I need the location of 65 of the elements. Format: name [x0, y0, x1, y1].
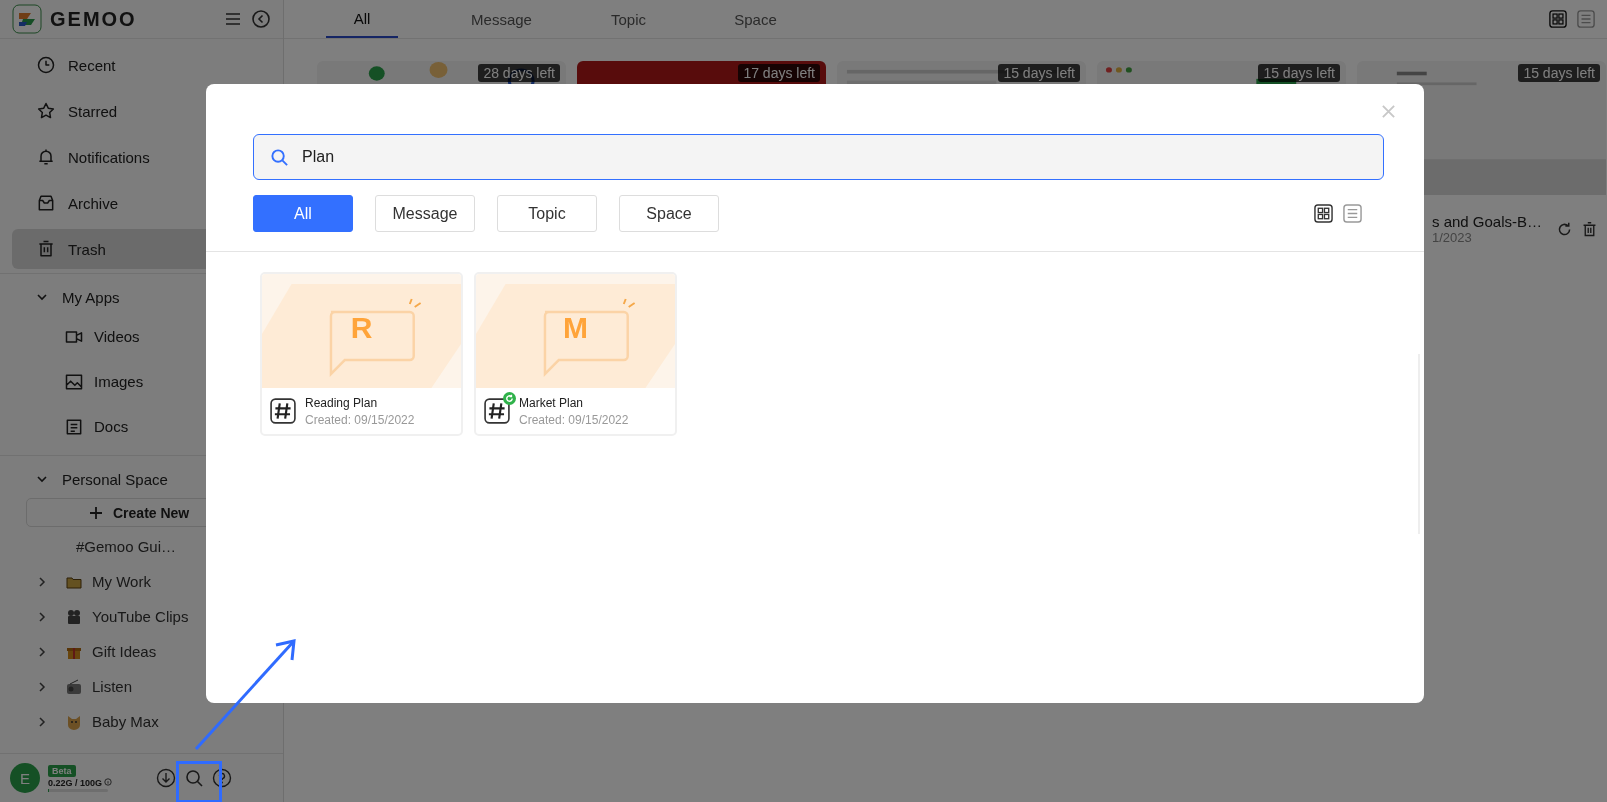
- archive-icon: [36, 193, 56, 213]
- search-field[interactable]: Plan: [253, 134, 1384, 180]
- help-icon[interactable]: [212, 768, 232, 788]
- search-icon: [270, 148, 289, 167]
- download-icon[interactable]: [156, 768, 176, 788]
- storage-usage: 0.22G / 100G: [48, 777, 103, 788]
- days-left-label: 15 days left: [1258, 64, 1340, 82]
- trash-icon[interactable]: [1581, 220, 1598, 238]
- restore-icon[interactable]: [1556, 220, 1573, 238]
- result-title: Market Plan: [519, 395, 585, 410]
- filter-button[interactable]: Space: [619, 195, 719, 232]
- tab[interactable]: All: [326, 0, 398, 38]
- bell-icon: [36, 147, 56, 167]
- chevron-right-icon: [36, 715, 48, 728]
- tab[interactable]: Message: [438, 0, 565, 38]
- days-left-label: 15 days left: [1518, 64, 1600, 82]
- hashtag-icon: [270, 398, 296, 424]
- camera-icon: [66, 608, 82, 625]
- hashtag-icon: [484, 398, 510, 424]
- section-header[interactable]: Personal Space: [12, 462, 271, 496]
- cat-icon: [66, 713, 82, 730]
- space-item[interactable]: Gift Ideas: [12, 634, 271, 669]
- topic-letter: R: [349, 311, 374, 345]
- star-icon: [36, 101, 56, 121]
- tab[interactable]: Space: [692, 0, 819, 38]
- result-date: Created: 09/15/2022: [305, 412, 415, 427]
- result-title: Reading Plan: [305, 395, 379, 410]
- filter-button[interactable]: Message: [375, 195, 475, 232]
- nav-item[interactable]: Recent: [12, 45, 271, 85]
- tab[interactable]: Topic: [565, 0, 692, 38]
- chevron-right-icon: [36, 680, 48, 693]
- plus-icon: [89, 505, 103, 520]
- filter-button[interactable]: Topic: [497, 195, 597, 232]
- chevron-right-icon: [36, 610, 48, 623]
- avatar[interactable]: E: [10, 763, 40, 793]
- space-item[interactable]: Listen: [12, 669, 271, 704]
- highlight-frame: [176, 761, 222, 802]
- info-icon: [104, 777, 113, 786]
- days-left-label: 17 days left: [738, 64, 820, 82]
- search-icon[interactable]: [184, 768, 204, 788]
- result-card[interactable]: R Reading Plan Created: 09/15/2022: [260, 272, 463, 436]
- result-date: Created: 09/15/2022: [519, 412, 629, 427]
- days-left-label: 15 days left: [998, 64, 1080, 82]
- filter-button[interactable]: All: [253, 195, 353, 232]
- space-item[interactable]: Baby Max: [12, 704, 271, 739]
- clock-icon: [36, 55, 56, 75]
- sync-badge-icon: [503, 392, 516, 405]
- logo-icon: [12, 4, 42, 34]
- space-item[interactable]: YouTube Clips: [12, 599, 271, 634]
- nav-item[interactable]: Starred: [12, 91, 271, 131]
- collapse-icon[interactable]: [251, 9, 271, 29]
- radio-icon: [66, 678, 82, 695]
- topic-letter: M: [562, 311, 589, 345]
- list-view-icon[interactable]: [1343, 204, 1362, 223]
- space-item[interactable]: My Work: [12, 564, 271, 599]
- logo-text: GEMOO: [50, 7, 138, 31]
- trash-icon: [36, 239, 56, 259]
- grid-view-icon[interactable]: [1314, 204, 1333, 223]
- result-card[interactable]: M Market Plan Created: 09/15/2022: [474, 272, 677, 436]
- card-title: s and Goals-B…: [1432, 213, 1544, 230]
- card-date: 1/2023: [1432, 230, 1473, 245]
- beta-badge: Beta: [48, 764, 76, 777]
- chevron-right-icon: [36, 575, 48, 588]
- days-left-label: 28 days left: [478, 64, 560, 82]
- chevron-right-icon: [36, 645, 48, 658]
